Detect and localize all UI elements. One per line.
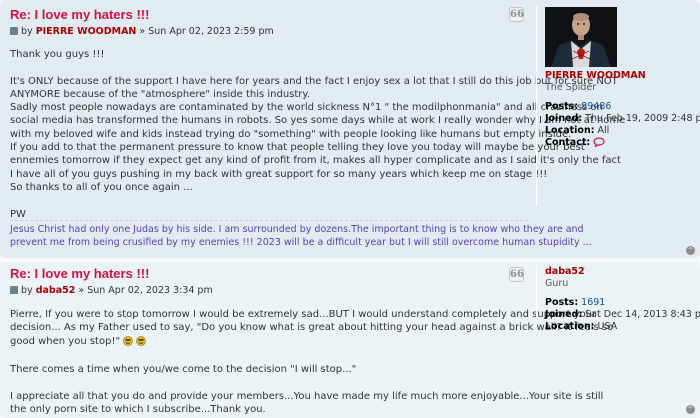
post-1-author-line: by PIERRE WOODMAN » Sun Apr 02, 2023 2:5… bbox=[10, 25, 528, 38]
profile-username[interactable]: PIERRE WOODMAN bbox=[545, 70, 698, 82]
post-1-line: PW bbox=[10, 208, 26, 220]
avatar-image bbox=[545, 7, 617, 67]
post-1: Re: I love my haters !!! by PIERRE WOODM… bbox=[0, 0, 700, 258]
smiley-icon bbox=[123, 335, 134, 350]
post-2-content: Pierre, If you were to stop tomorrow I w… bbox=[10, 308, 614, 416]
quote-icon: 66 bbox=[510, 269, 524, 280]
post-2: Re: I love my haters !!! by daba52 » Sun… bbox=[0, 262, 700, 418]
post-1-line: If you add to that the permanent pressur… bbox=[10, 142, 585, 154]
post-2-body: Re: I love my haters !!! by daba52 » Sun… bbox=[10, 266, 614, 416]
quote-icon: 66 bbox=[510, 9, 524, 20]
back-to-top-icon[interactable]: ^ bbox=[686, 246, 695, 255]
location-label: Location: bbox=[545, 125, 595, 136]
quote-button[interactable]: 66 bbox=[509, 267, 524, 282]
location-value: USA bbox=[597, 321, 618, 332]
post-2-title[interactable]: Re: I love my haters !!! bbox=[10, 266, 528, 282]
post-link-icon[interactable] bbox=[10, 27, 18, 35]
post-2-author-link[interactable]: daba52 bbox=[36, 285, 76, 296]
smiley-icon bbox=[136, 335, 147, 350]
post-1-line: I have all of you guys pushing in my bac… bbox=[10, 168, 548, 180]
location-value: All bbox=[597, 125, 610, 136]
post-1-line: So thanks to all of you once again ... bbox=[10, 181, 193, 193]
contact-icon[interactable] bbox=[593, 137, 605, 151]
posts-label: Posts: bbox=[545, 101, 579, 112]
joined-date: Sat Dec 14, 2013 8:43 pm bbox=[585, 309, 700, 320]
post-1-line: with my beloved wife and kids instead tr… bbox=[10, 128, 572, 140]
post-1-line: social media has transformed the humans … bbox=[10, 115, 626, 127]
joined-label: Joined: bbox=[545, 113, 583, 124]
profile-rank: The Spider bbox=[545, 82, 597, 93]
post-1-line: ennemies tomorrow if they expect get any… bbox=[10, 155, 621, 167]
post-1-line: Sadly most people nowadays are contamina… bbox=[10, 102, 603, 114]
post-1-body: Re: I love my haters !!! by PIERRE WOODM… bbox=[10, 7, 626, 221]
post-1-profile: PIERRE WOODMAN The Spider Posts: 89486 J… bbox=[538, 0, 700, 151]
post-1-content: Thank you guys !!! It's ONLY because of … bbox=[10, 48, 626, 221]
profile-divider bbox=[536, 266, 537, 326]
profile-rank: Guru bbox=[545, 278, 569, 289]
post-1-author-link[interactable]: PIERRE WOODMAN bbox=[36, 26, 137, 37]
post-link-icon[interactable] bbox=[10, 286, 18, 294]
signature-divider bbox=[10, 220, 528, 221]
post-1-line: ANYMORE because of the "atmosphere" insi… bbox=[10, 88, 311, 100]
posts-count-link[interactable]: 89486 bbox=[581, 101, 611, 112]
avatar[interactable] bbox=[545, 7, 617, 67]
post-1-date: » Sun Apr 02, 2023 2:59 pm bbox=[139, 26, 274, 37]
post-2-profile: daba52 Guru Posts: 1691 Joined: Sat Dec … bbox=[538, 266, 700, 333]
quote-button[interactable]: 66 bbox=[509, 7, 524, 22]
post-1-title[interactable]: Re: I love my haters !!! bbox=[10, 7, 528, 23]
location-label: Location: bbox=[545, 321, 595, 332]
profile-stats: Posts: 89486 Joined: Thu Feb 19, 2009 2:… bbox=[545, 101, 700, 151]
by-label: by bbox=[21, 26, 33, 37]
by-label: by bbox=[21, 285, 33, 296]
profile-username[interactable]: daba52 bbox=[545, 266, 698, 278]
post-2-line: I appreciate all that you do and provide… bbox=[10, 390, 604, 402]
post-2-line: decision... As my Father used to say, "D… bbox=[10, 322, 614, 334]
profile-divider bbox=[536, 6, 537, 206]
post-2-line: There comes a time when you/we come to t… bbox=[10, 364, 357, 376]
post-2-line: good when you stop!" bbox=[10, 335, 528, 350]
joined-label: Joined: bbox=[545, 309, 583, 320]
post-2-date: » Sun Apr 02, 2023 3:34 pm bbox=[78, 285, 213, 296]
post-2-line: the only porn site to which I subscribe.… bbox=[10, 404, 266, 416]
post-2-author-line: by daba52 » Sun Apr 02, 2023 3:34 pm bbox=[10, 284, 528, 297]
post-1-signature: Jesus Christ had only one Judas by his s… bbox=[10, 224, 592, 249]
post-2-line: Pierre, If you were to stop tomorrow I w… bbox=[10, 309, 597, 320]
posts-count-link[interactable]: 1691 bbox=[581, 297, 605, 308]
post-1-line: Thank you guys !!! bbox=[10, 49, 105, 60]
joined-date: Thu Feb 19, 2009 2:48 pm bbox=[585, 113, 700, 124]
posts-label: Posts: bbox=[545, 297, 579, 308]
signature-line: Jesus Christ had only one Judas by his s… bbox=[10, 224, 584, 235]
profile-stats: Posts: 1691 Joined: Sat Dec 14, 2013 8:4… bbox=[545, 297, 700, 333]
back-to-top-icon[interactable]: ^ bbox=[686, 405, 695, 414]
signature-line: prevent me from being crusified by my en… bbox=[10, 236, 592, 248]
contact-label: Contact: bbox=[545, 137, 591, 148]
post-1-line: It's ONLY because of the support I have … bbox=[10, 75, 618, 87]
